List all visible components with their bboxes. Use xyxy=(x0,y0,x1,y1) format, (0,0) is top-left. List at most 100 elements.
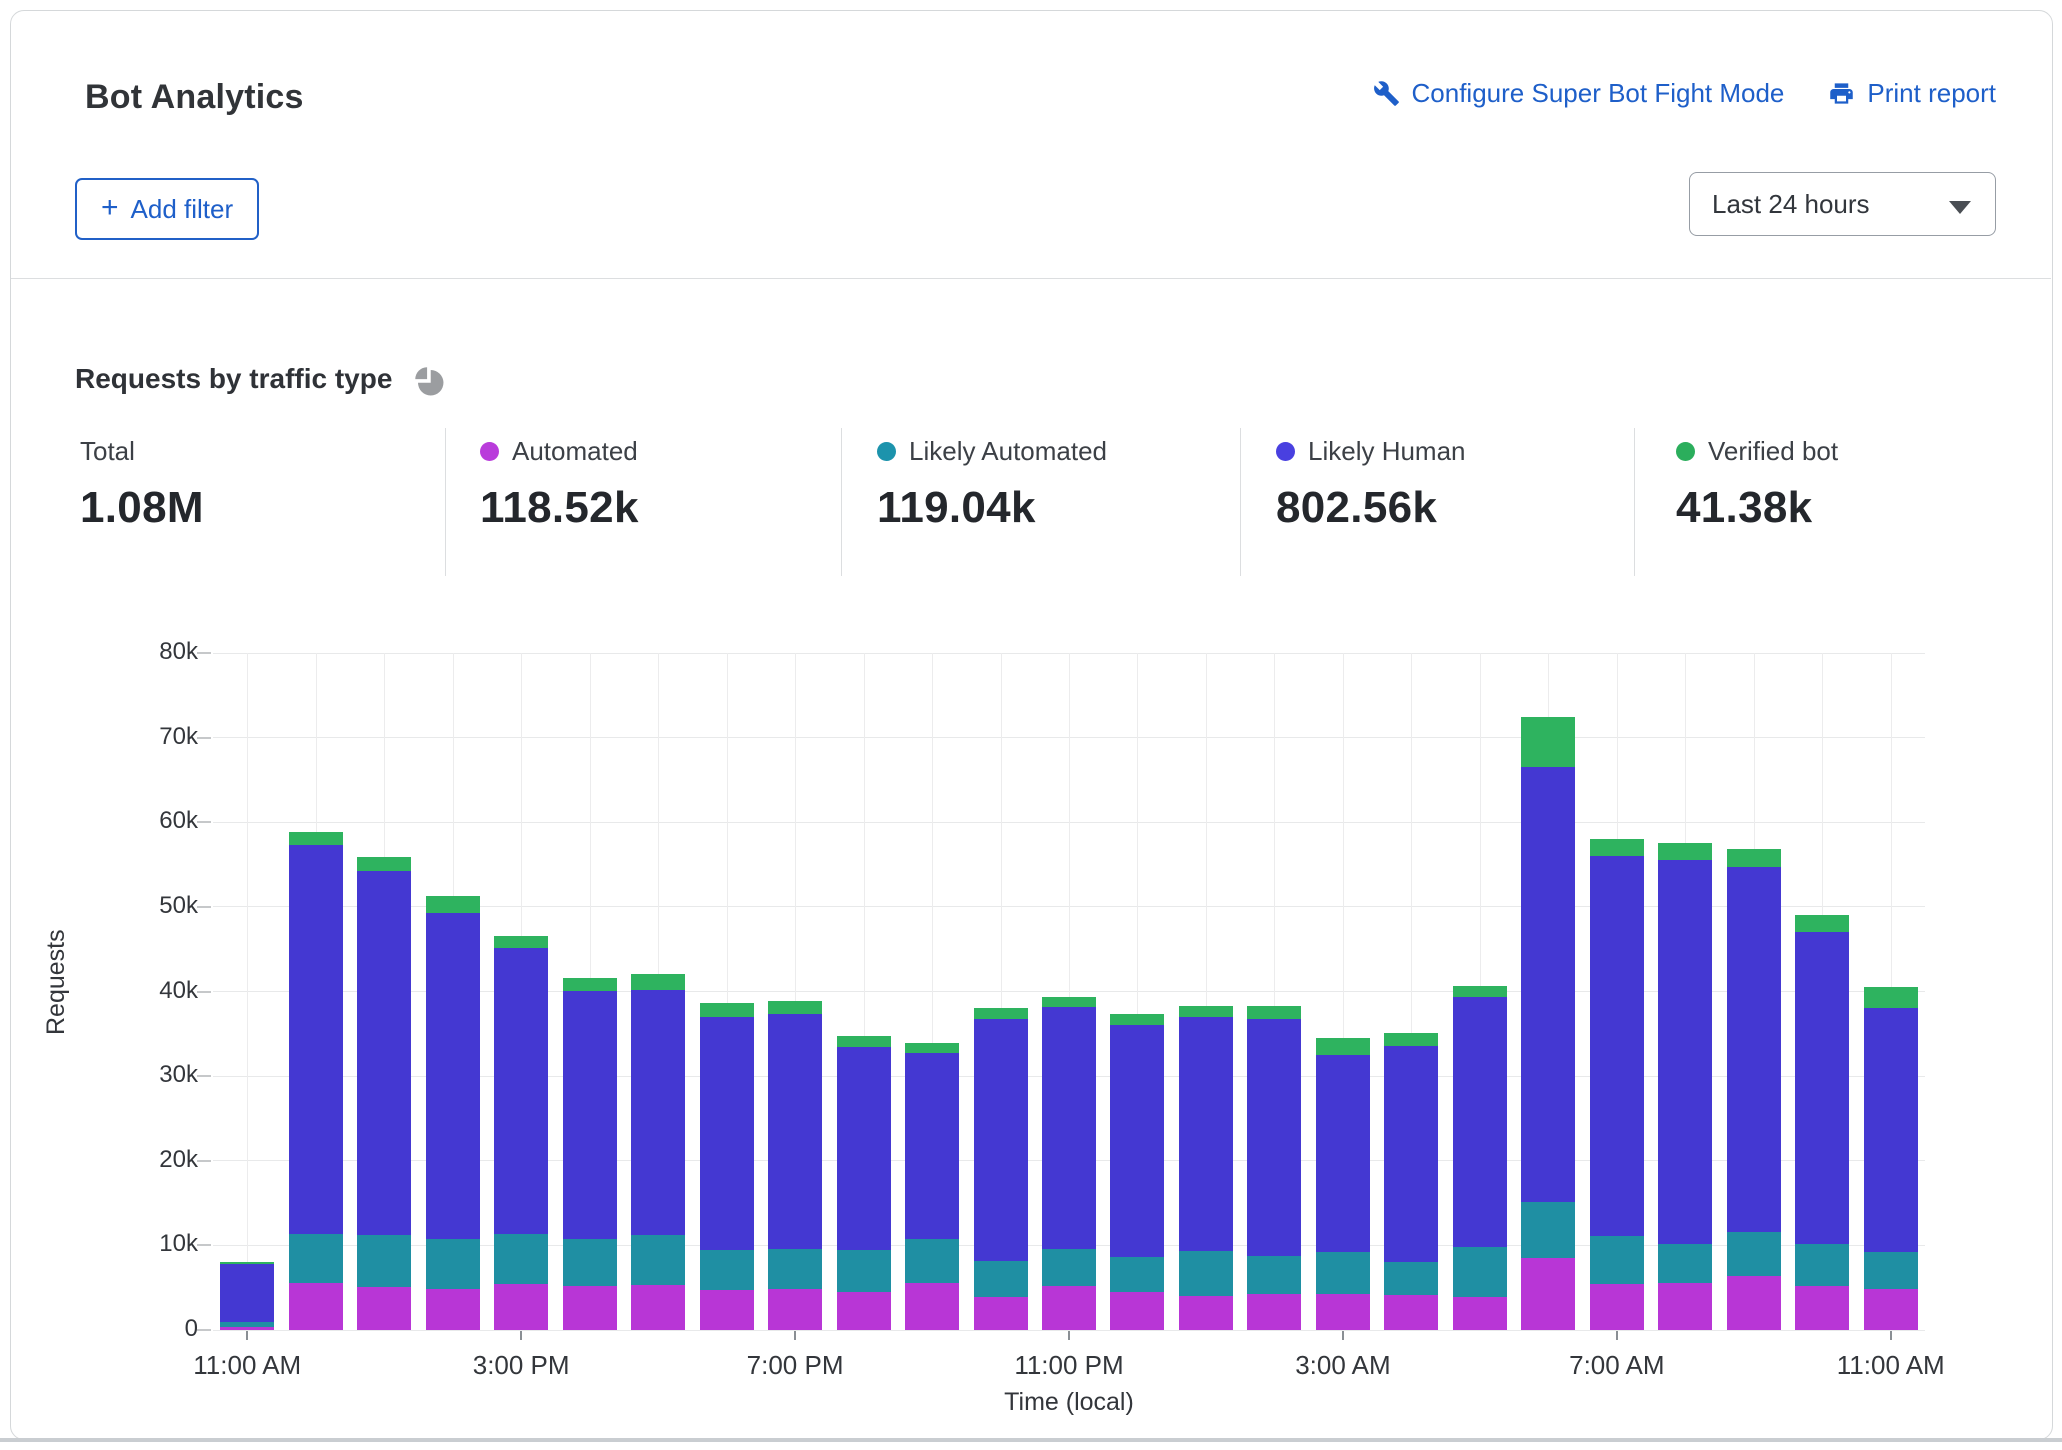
bar-segment-likely-automated xyxy=(905,1239,959,1282)
stacked-bar-hour-1 xyxy=(289,832,343,1330)
bar-segment-likely-human xyxy=(768,1014,822,1248)
bar-segment-likely-human xyxy=(700,1017,754,1251)
bar-segment-automated xyxy=(1453,1297,1507,1330)
x-tick-label: 3:00 PM xyxy=(401,1350,641,1381)
wrench-icon xyxy=(1373,80,1400,107)
bar-segment-likely-human xyxy=(631,990,685,1235)
time-range-select[interactable]: Last 24 hours xyxy=(1689,172,1996,236)
stacked-bar-hour-5 xyxy=(563,978,617,1330)
bar-segment-likely-human xyxy=(1795,932,1849,1243)
bar-segment-automated xyxy=(837,1292,891,1330)
configure-super-bot-fight-mode-link[interactable]: Configure Super Bot Fight Mode xyxy=(1373,78,1785,109)
bar-segment-likely-human xyxy=(1042,1007,1096,1249)
stacked-bar-hour-14 xyxy=(1179,1006,1233,1330)
bar-segment-verified-bot xyxy=(974,1008,1028,1020)
bar-segment-likely-human xyxy=(494,948,548,1234)
bar-segment-likely-human xyxy=(426,913,480,1240)
stat-value: 118.52k xyxy=(480,483,639,533)
y-tick-mark xyxy=(197,1244,211,1246)
bar-segment-likely-automated xyxy=(1864,1252,1918,1289)
stat-label: Likely Human xyxy=(1308,436,1466,467)
y-tick-mark xyxy=(197,737,211,739)
x-tick-label: 3:00 AM xyxy=(1223,1350,1463,1381)
bar-segment-verified-bot xyxy=(1521,717,1575,768)
bar-segment-automated xyxy=(1110,1292,1164,1330)
x-tick-mark xyxy=(520,1331,522,1340)
bar-segment-automated xyxy=(905,1283,959,1330)
stacked-bar-hour-4 xyxy=(494,936,548,1330)
bar-segment-likely-automated xyxy=(631,1235,685,1285)
bar-segment-likely-automated xyxy=(1384,1262,1438,1295)
bar-segment-likely-automated xyxy=(426,1239,480,1288)
y-tick-label: 50k xyxy=(88,892,198,920)
legend-dot-icon xyxy=(480,442,499,461)
stat-likely-automated: Likely Automated119.04k xyxy=(877,436,1107,533)
x-tick-label: 11:00 AM xyxy=(1771,1350,2011,1381)
stat-value: 1.08M xyxy=(80,483,204,533)
stacked-bar-hour-3 xyxy=(426,896,480,1330)
y-tick-mark xyxy=(197,821,211,823)
bar-segment-likely-human xyxy=(220,1264,274,1322)
bar-segment-likely-human xyxy=(1316,1055,1370,1252)
bar-segment-automated xyxy=(289,1283,343,1330)
y-tick-label: 0 xyxy=(88,1315,198,1343)
legend-dot-icon xyxy=(1676,442,1695,461)
page-title: Bot Analytics xyxy=(85,78,304,117)
x-tick-mark xyxy=(794,1331,796,1340)
bar-segment-verified-bot xyxy=(1453,986,1507,997)
bar-segment-likely-automated xyxy=(1110,1257,1164,1292)
stacked-bar-hour-2 xyxy=(357,857,411,1330)
stacked-bar-hour-23 xyxy=(1795,915,1849,1330)
bar-segment-automated xyxy=(1521,1258,1575,1330)
time-range-value: Last 24 hours xyxy=(1712,189,1870,220)
stacked-bar-hour-8 xyxy=(768,1001,822,1330)
bar-segment-likely-human xyxy=(563,991,617,1239)
bar-segment-automated xyxy=(1658,1283,1712,1330)
bar-segment-likely-human xyxy=(289,845,343,1233)
bar-segment-likely-human xyxy=(1384,1046,1438,1263)
stat-total: Total 1.08M xyxy=(80,436,204,533)
y-tick-mark xyxy=(197,1329,211,1331)
bar-segment-automated xyxy=(1864,1289,1918,1330)
bar-segment-verified-bot xyxy=(1795,915,1849,932)
legend-dot-icon xyxy=(1276,442,1295,461)
add-filter-button[interactable]: + Add filter xyxy=(75,178,259,240)
bar-segment-automated xyxy=(1795,1286,1849,1330)
stat-label: Total xyxy=(80,436,135,467)
stat-column-divider xyxy=(1240,428,1241,576)
bar-segment-verified-bot xyxy=(1864,987,1918,1008)
stacked-bar-hour-20 xyxy=(1590,839,1644,1330)
bar-segment-automated xyxy=(563,1286,617,1330)
x-axis-title: Time (local) xyxy=(869,1388,1269,1417)
bar-segment-likely-human xyxy=(1110,1025,1164,1258)
chevron-down-icon xyxy=(1949,201,1971,214)
stacked-bar-hour-19 xyxy=(1521,717,1575,1331)
bar-segment-automated xyxy=(426,1289,480,1330)
bar-segment-verified-bot xyxy=(768,1001,822,1015)
bar-segment-verified-bot xyxy=(426,896,480,913)
bar-segment-verified-bot xyxy=(700,1003,754,1017)
bar-segment-likely-automated xyxy=(1179,1251,1233,1296)
stacked-bar-hour-0 xyxy=(220,1262,274,1330)
print-report-link[interactable]: Print report xyxy=(1828,78,1996,109)
bar-segment-verified-bot xyxy=(1727,849,1781,867)
stacked-bar-hour-10 xyxy=(905,1043,959,1330)
y-tick-label: 10k xyxy=(88,1230,198,1258)
bar-segment-likely-automated xyxy=(1590,1236,1644,1284)
stat-column-divider xyxy=(1634,428,1635,576)
bar-segment-verified-bot xyxy=(1179,1006,1233,1017)
y-tick-label: 60k xyxy=(88,807,198,835)
header-divider xyxy=(11,278,2051,279)
x-tick-label: 11:00 AM xyxy=(127,1350,367,1381)
stat-column-divider xyxy=(445,428,446,576)
x-tick-mark xyxy=(1616,1331,1618,1340)
pie-chart-icon xyxy=(408,358,448,400)
bar-segment-likely-automated xyxy=(1453,1247,1507,1297)
bar-segment-verified-bot xyxy=(837,1036,891,1047)
stat-label: Likely Automated xyxy=(909,436,1107,467)
bar-segment-likely-human xyxy=(1179,1017,1233,1251)
bar-segment-likely-automated xyxy=(1795,1244,1849,1286)
stacked-bar-hour-11 xyxy=(974,1008,1028,1330)
bar-segment-verified-bot xyxy=(1658,843,1712,860)
bar-segment-automated xyxy=(1384,1295,1438,1330)
